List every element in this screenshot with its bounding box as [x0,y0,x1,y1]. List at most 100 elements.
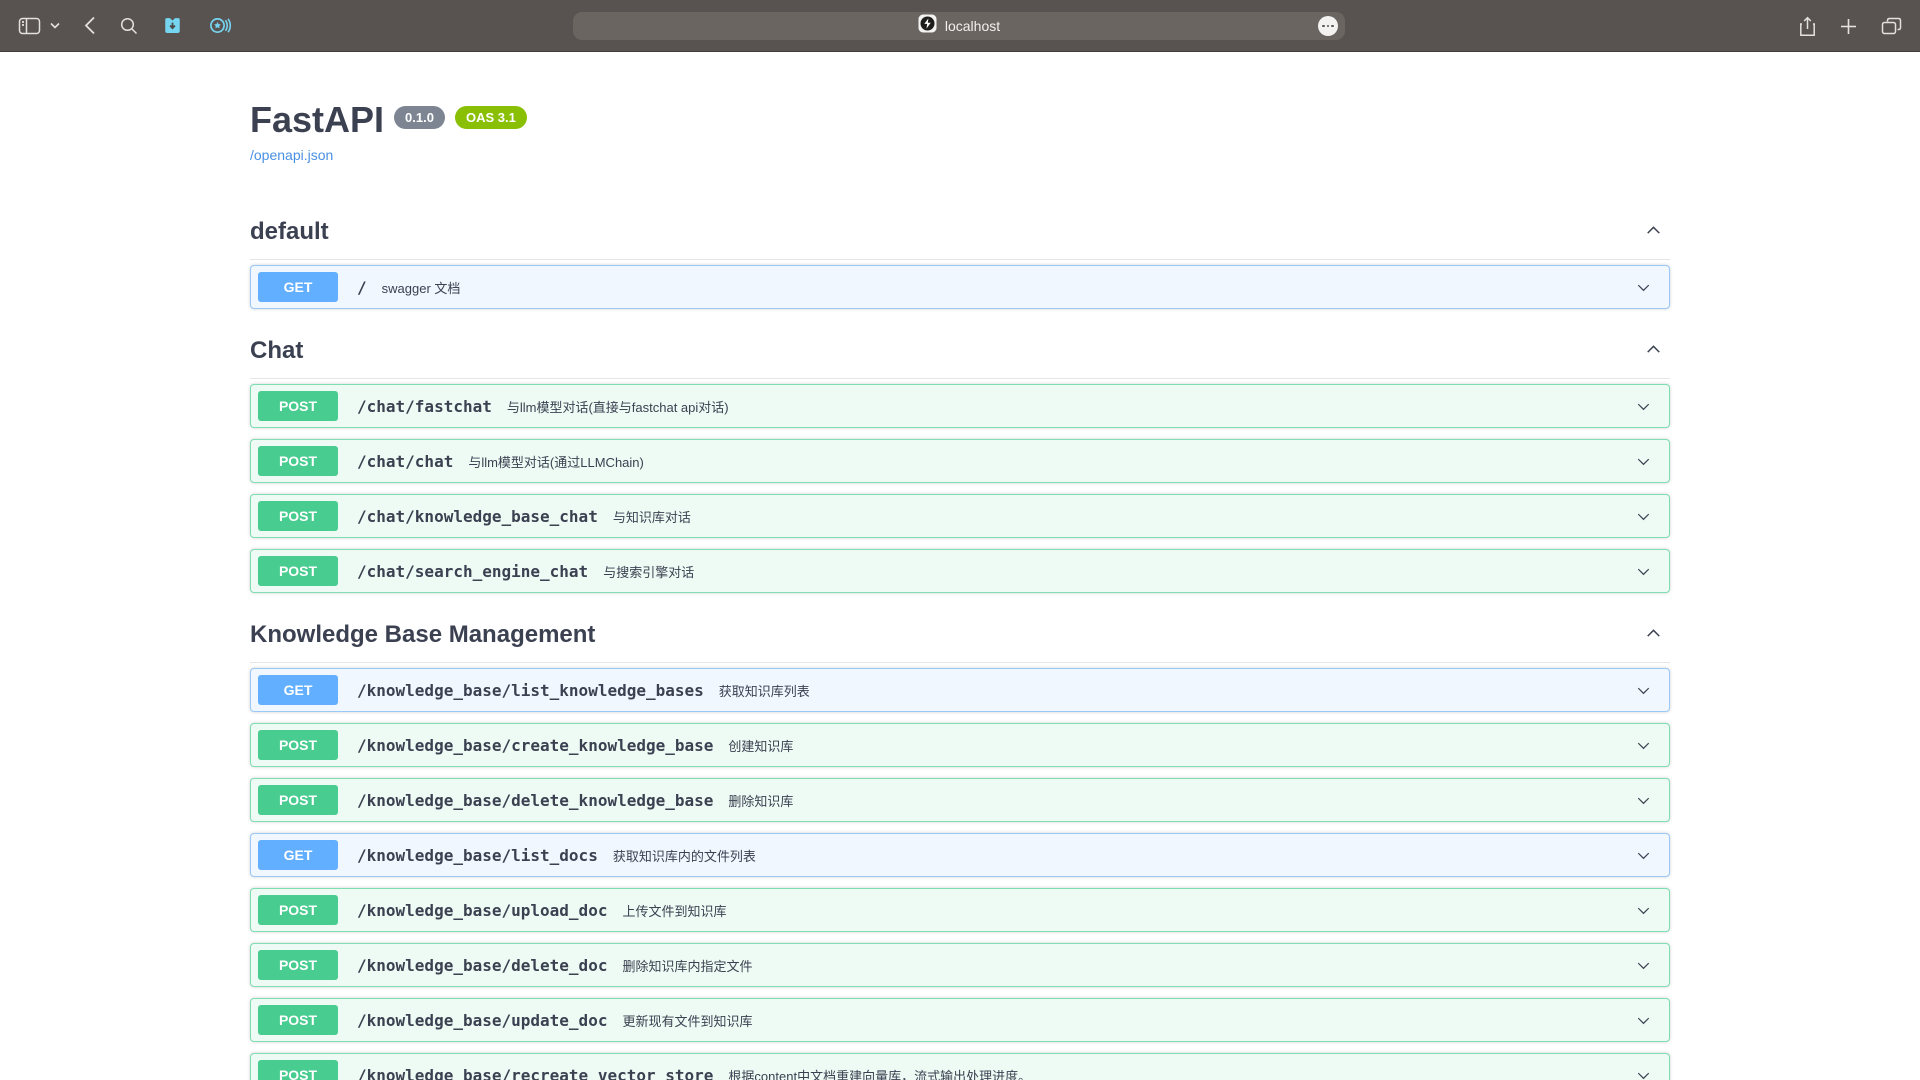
search-button[interactable] [120,17,138,35]
chevron-down-icon [1634,452,1653,471]
endpoint-row[interactable]: POST /knowledge_base/update_doc 更新现有文件到知… [250,998,1670,1042]
chevron-down-icon [1634,1066,1653,1080]
section-title: Chat [250,336,303,366]
endpoint-description: 获取知识库列表 [719,681,810,700]
section-collapse-button[interactable] [1637,623,1670,647]
extension-radar-icon [208,15,233,36]
method-badge: GET [258,840,338,870]
toolbar-left-group [14,15,233,36]
extension-radar-button[interactable] [208,15,233,36]
address-bar[interactable]: localhost [573,12,1345,40]
share-icon [1799,16,1816,37]
extension-bookmark-button[interactable] [162,15,183,36]
extension-bookmark-icon [162,15,183,36]
endpoint-path: /chat/search_engine_chat [357,562,588,581]
endpoint-path: /knowledge_base/delete_knowledge_base [357,791,713,810]
endpoint-path: /knowledge_base/list_knowledge_bases [357,681,704,700]
endpoint-row[interactable]: POST /knowledge_base/create_knowledge_ba… [250,723,1670,767]
endpoint-description: 更新现有文件到知识库 [622,1011,752,1030]
method-badge: POST [258,556,338,586]
endpoint-row[interactable]: GET / swagger 文档 [250,265,1670,309]
back-button[interactable] [84,16,96,35]
section-rows: GET / swagger 文档 [250,260,1670,309]
page-more-button[interactable] [1318,16,1338,36]
api-section: default GET / swagger 文档 [250,201,1670,309]
method-badge: POST [258,501,338,531]
chevron-down-icon [1634,956,1653,975]
sidebar-toggle-button[interactable] [18,16,41,36]
section-rows: POST /chat/fastchat 与llm模型对话(直接与fastchat… [250,379,1670,593]
section-title: Knowledge Base Management [250,620,595,650]
endpoint-row[interactable]: GET /knowledge_base/list_docs 获取知识库内的文件列… [250,833,1670,877]
openapi-spec-link[interactable]: /openapi.json [250,146,333,164]
back-icon [84,16,96,35]
api-title-text: FastAPI [250,98,384,142]
url-text: localhost [945,18,1000,34]
endpoint-row[interactable]: POST /knowledge_base/recreate_vector_sto… [250,1053,1670,1080]
method-badge: POST [258,446,338,476]
chevron-down-icon [1634,507,1653,526]
chevron-down-icon [1634,681,1653,700]
endpoint-row[interactable]: POST /knowledge_base/delete_doc 删除知识库内指定… [250,943,1670,987]
section-header[interactable]: Knowledge Base Management [250,604,1670,663]
method-badge: POST [258,785,338,815]
endpoint-path: /chat/fastchat [357,397,492,416]
version-badge: 0.1.0 [394,106,445,129]
method-badge: POST [258,950,338,980]
endpoint-description: 创建知识库 [728,736,793,755]
chevron-down-icon [1634,397,1653,416]
chevron-up-icon [1643,348,1664,363]
endpoint-path: /knowledge_base/delete_doc [357,956,607,975]
chevron-down-icon [1634,1011,1653,1030]
endpoint-row[interactable]: POST /knowledge_base/delete_knowledge_ba… [250,778,1670,822]
page-content: FastAPI 0.1.0 OAS 3.1 /openapi.json defa… [0,52,1920,1080]
chevron-up-icon [1643,229,1664,244]
method-badge: POST [258,1005,338,1035]
endpoint-path: /knowledge_base/create_knowledge_base [357,736,713,755]
toolbar-right-group [1799,0,1902,52]
section-collapse-button[interactable] [1637,220,1670,244]
endpoint-row[interactable]: POST /chat/search_engine_chat 与搜索引擎对话 [250,549,1670,593]
site-favicon [918,14,937,38]
sidebar-toggle-icon [18,16,41,36]
tab-overview-button[interactable] [1881,17,1902,36]
section-collapse-button[interactable] [1637,339,1670,363]
page-title: FastAPI 0.1.0 OAS 3.1 [250,98,1670,142]
api-section: Chat POST /chat/fastchat 与llm模型对话(直接与fas… [250,320,1670,593]
api-info-block: FastAPI 0.1.0 OAS 3.1 /openapi.json [250,52,1670,165]
api-sections: default GET / swagger 文档 Chat [250,201,1670,1080]
endpoint-description: 与搜索引擎对话 [603,562,694,581]
endpoint-path: / [357,278,367,297]
endpoint-row[interactable]: GET /knowledge_base/list_knowledge_bases… [250,668,1670,712]
endpoint-description: 上传文件到知识库 [622,901,726,920]
endpoint-row[interactable]: POST /chat/knowledge_base_chat 与知识库对话 [250,494,1670,538]
method-badge: GET [258,272,338,302]
endpoint-row[interactable]: POST /chat/chat 与llm模型对话(通过LLMChain) [250,439,1670,483]
endpoint-description: 与知识库对话 [613,507,691,526]
chevron-down-icon [50,22,60,29]
endpoint-path: /knowledge_base/list_docs [357,846,598,865]
section-header[interactable]: default [250,201,1670,260]
endpoint-path: /knowledge_base/recreate_vector_store [357,1066,713,1080]
chevron-down-icon [1634,846,1653,865]
endpoint-path: /chat/chat [357,452,453,471]
endpoint-row[interactable]: POST /chat/fastchat 与llm模型对话(直接与fastchat… [250,384,1670,428]
section-header[interactable]: Chat [250,320,1670,379]
share-button[interactable] [1799,16,1816,37]
endpoint-description: 获取知识库内的文件列表 [613,846,756,865]
endpoint-path: /knowledge_base/upload_doc [357,901,607,920]
endpoint-path: /chat/knowledge_base_chat [357,507,598,526]
method-badge: POST [258,895,338,925]
chevron-down-icon [1634,562,1653,581]
chevron-up-icon [1643,632,1664,647]
endpoint-path: /knowledge_base/update_doc [357,1011,607,1030]
endpoint-row[interactable]: POST /knowledge_base/upload_doc 上传文件到知识库 [250,888,1670,932]
method-badge: GET [258,675,338,705]
new-tab-button[interactable] [1840,18,1857,35]
method-badge: POST [258,730,338,760]
chevron-down-icon [1634,278,1653,297]
endpoint-description: 与llm模型对话(通过LLMChain) [468,452,644,471]
sidebar-menu-button[interactable] [50,22,60,29]
section-title: default [250,217,329,247]
endpoint-description: 删除知识库 [728,791,793,810]
